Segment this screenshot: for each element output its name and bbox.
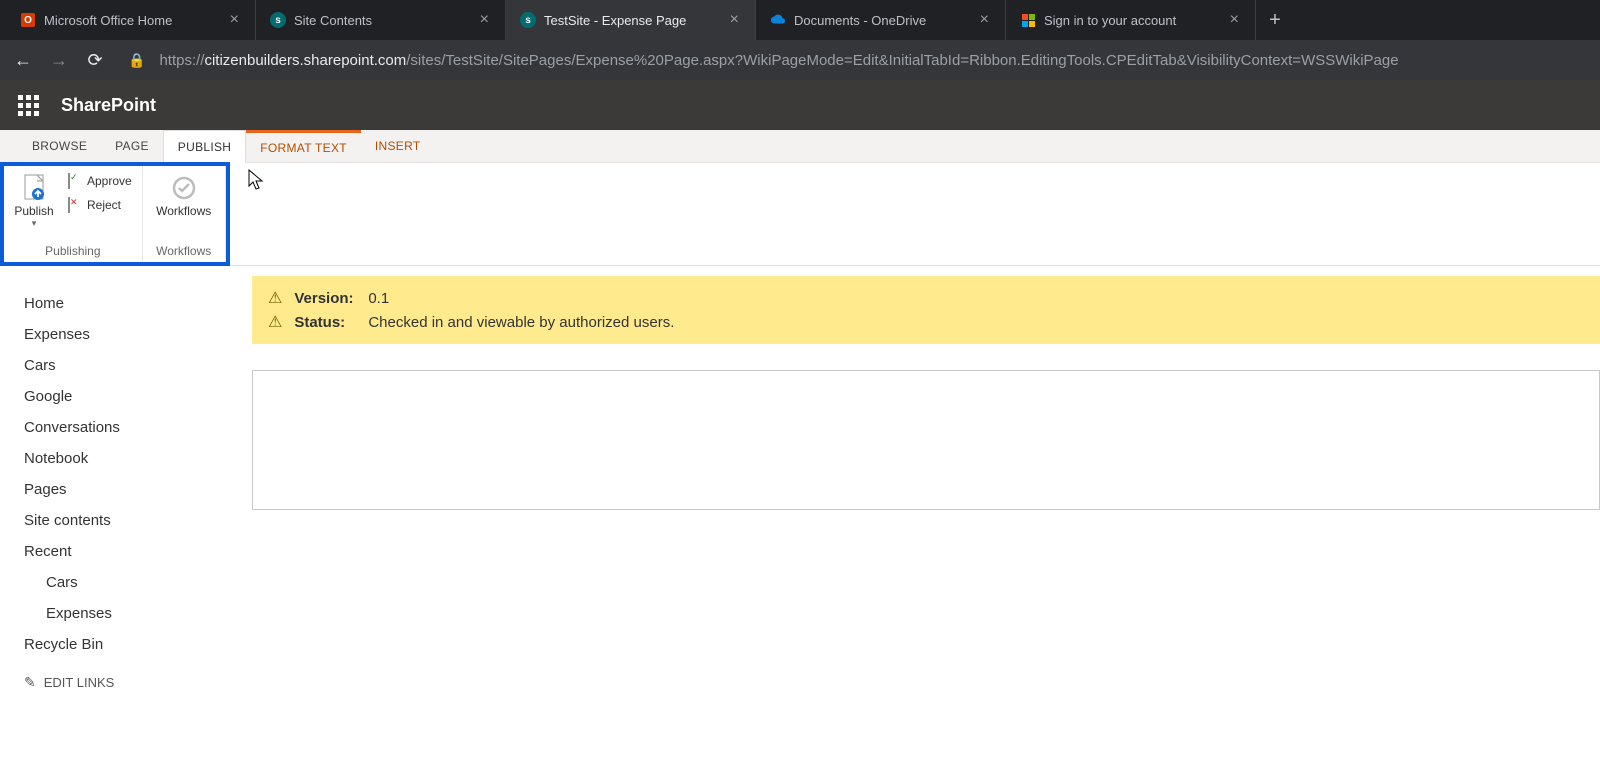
onedrive-icon [770,12,786,28]
approve-button[interactable]: Approve [64,172,136,190]
browser-tabstrip: O Microsoft Office Home × s Site Content… [0,0,1600,40]
ribbon-tabs: BROWSE PAGE PUBLISH FORMAT TEXT INSERT [0,130,1600,163]
url-path: /sites/TestSite/SitePages/Expense%20Page… [406,52,1398,69]
status-label: Status: [294,314,356,331]
page-status-bar: ⚠ Version: 0.1 ⚠ Status: Checked in and … [252,276,1600,344]
warning-icon: ⚠ [268,312,282,332]
ribbon-body: Publish ▾ Approve Reject Publishing [0,163,1600,266]
ribbon-highlight: Publish ▾ Approve Reject Publishing [0,162,230,266]
address-bar[interactable]: https://citizenbuilders.sharepoint.com/s… [159,52,1588,69]
sharepoint-icon: s [270,12,286,28]
tab-title: Documents - OneDrive [794,13,970,28]
browser-toolbar: ← → ⟳ 🔒 https://citizenbuilders.sharepoi… [0,40,1600,80]
page-area: Home Expenses Cars Google Conversations … [0,266,1600,691]
url-scheme: https:// [159,52,204,69]
nav-item-pages[interactable]: Pages [24,474,240,505]
sharepoint-icon: s [520,12,536,28]
nav-item-notebook[interactable]: Notebook [24,443,240,474]
pencil-icon: ✎ [24,674,36,691]
ribbon-group-label: Publishing [4,241,142,262]
reject-icon [68,198,82,212]
page-editor[interactable] [252,370,1600,510]
nav-item-recycle-bin[interactable]: Recycle Bin [24,629,240,660]
left-nav: Home Expenses Cars Google Conversations … [0,266,240,691]
ribbon-tab-publish[interactable]: PUBLISH [163,130,246,163]
publish-icon [18,172,50,204]
close-icon[interactable]: × [228,11,241,29]
workflows-icon [168,172,200,204]
version-value: 0.1 [368,290,389,307]
back-icon[interactable]: ← [12,50,34,71]
reload-icon[interactable]: ⟳ [84,50,106,71]
nav-item-home[interactable]: Home [24,288,240,319]
ribbon-tab-page[interactable]: PAGE [101,130,163,162]
ribbon-tab-format-text[interactable]: FORMAT TEXT [246,130,361,162]
ribbon-group-workflows: Workflows Workflows [143,166,226,262]
chevron-down-icon: ▾ [32,218,37,229]
close-icon[interactable]: × [978,11,991,29]
approve-icon [68,174,82,188]
microsoft-icon [1020,12,1036,28]
status-value: Checked in and viewable by authorized us… [368,314,674,331]
close-icon[interactable]: × [1228,11,1241,29]
version-label: Version: [294,290,356,307]
nav-item-expenses[interactable]: Expenses [24,319,240,350]
lock-icon[interactable]: 🔒 [128,52,145,69]
forward-icon[interactable]: → [48,50,70,71]
edit-links-button[interactable]: ✎ EDIT LINKS [24,674,240,691]
close-icon[interactable]: × [478,11,491,29]
ribbon-tab-browse[interactable]: BROWSE [18,130,101,162]
approve-label: Approve [87,174,132,188]
nav-item-site-contents[interactable]: Site contents [24,505,240,536]
url-host: citizenbuilders.sharepoint.com [204,52,406,69]
tab-title: Sign in to your account [1044,13,1220,28]
nav-item-google[interactable]: Google [24,381,240,412]
app-launcher-icon[interactable] [18,95,39,116]
publish-label: Publish [14,204,53,218]
suite-bar: SharePoint [0,80,1600,130]
nav-item-recent-cars[interactable]: Cars [24,567,240,598]
tab-title: Microsoft Office Home [44,13,220,28]
tab-title: Site Contents [294,13,470,28]
close-icon[interactable]: × [728,11,741,29]
browser-tab-signin[interactable]: Sign in to your account × [1006,0,1256,40]
workflows-button[interactable]: Workflows [149,170,219,218]
status-row-status: ⚠ Status: Checked in and viewable by aut… [268,310,1584,334]
publish-button[interactable]: Publish ▾ [10,170,58,229]
office-icon: O [20,12,36,28]
suite-title[interactable]: SharePoint [61,95,156,116]
nav-item-cars[interactable]: Cars [24,350,240,381]
ribbon-group-publishing: Publish ▾ Approve Reject Publishing [4,166,143,262]
browser-tab-onedrive[interactable]: Documents - OneDrive × [756,0,1006,40]
ribbon-group-label: Workflows [143,241,225,262]
reject-button[interactable]: Reject [64,196,136,214]
workflows-label: Workflows [156,204,211,218]
nav-item-recent-expenses[interactable]: Expenses [24,598,240,629]
warning-icon: ⚠ [268,288,282,308]
ribbon-tab-insert[interactable]: INSERT [361,130,435,162]
nav-item-conversations[interactable]: Conversations [24,412,240,443]
status-row-version: ⚠ Version: 0.1 [268,286,1584,310]
nav-item-recent[interactable]: Recent [24,536,240,567]
edit-links-label: EDIT LINKS [44,675,115,690]
main-content: ⚠ Version: 0.1 ⚠ Status: Checked in and … [240,266,1600,691]
reject-label: Reject [87,198,121,212]
new-tab-button[interactable]: + [1256,0,1294,40]
browser-tab-testsite[interactable]: s TestSite - Expense Page × [506,0,756,40]
tab-title: TestSite - Expense Page [544,13,720,28]
browser-tab-office[interactable]: O Microsoft Office Home × [6,0,256,40]
browser-tab-sitecontents[interactable]: s Site Contents × [256,0,506,40]
